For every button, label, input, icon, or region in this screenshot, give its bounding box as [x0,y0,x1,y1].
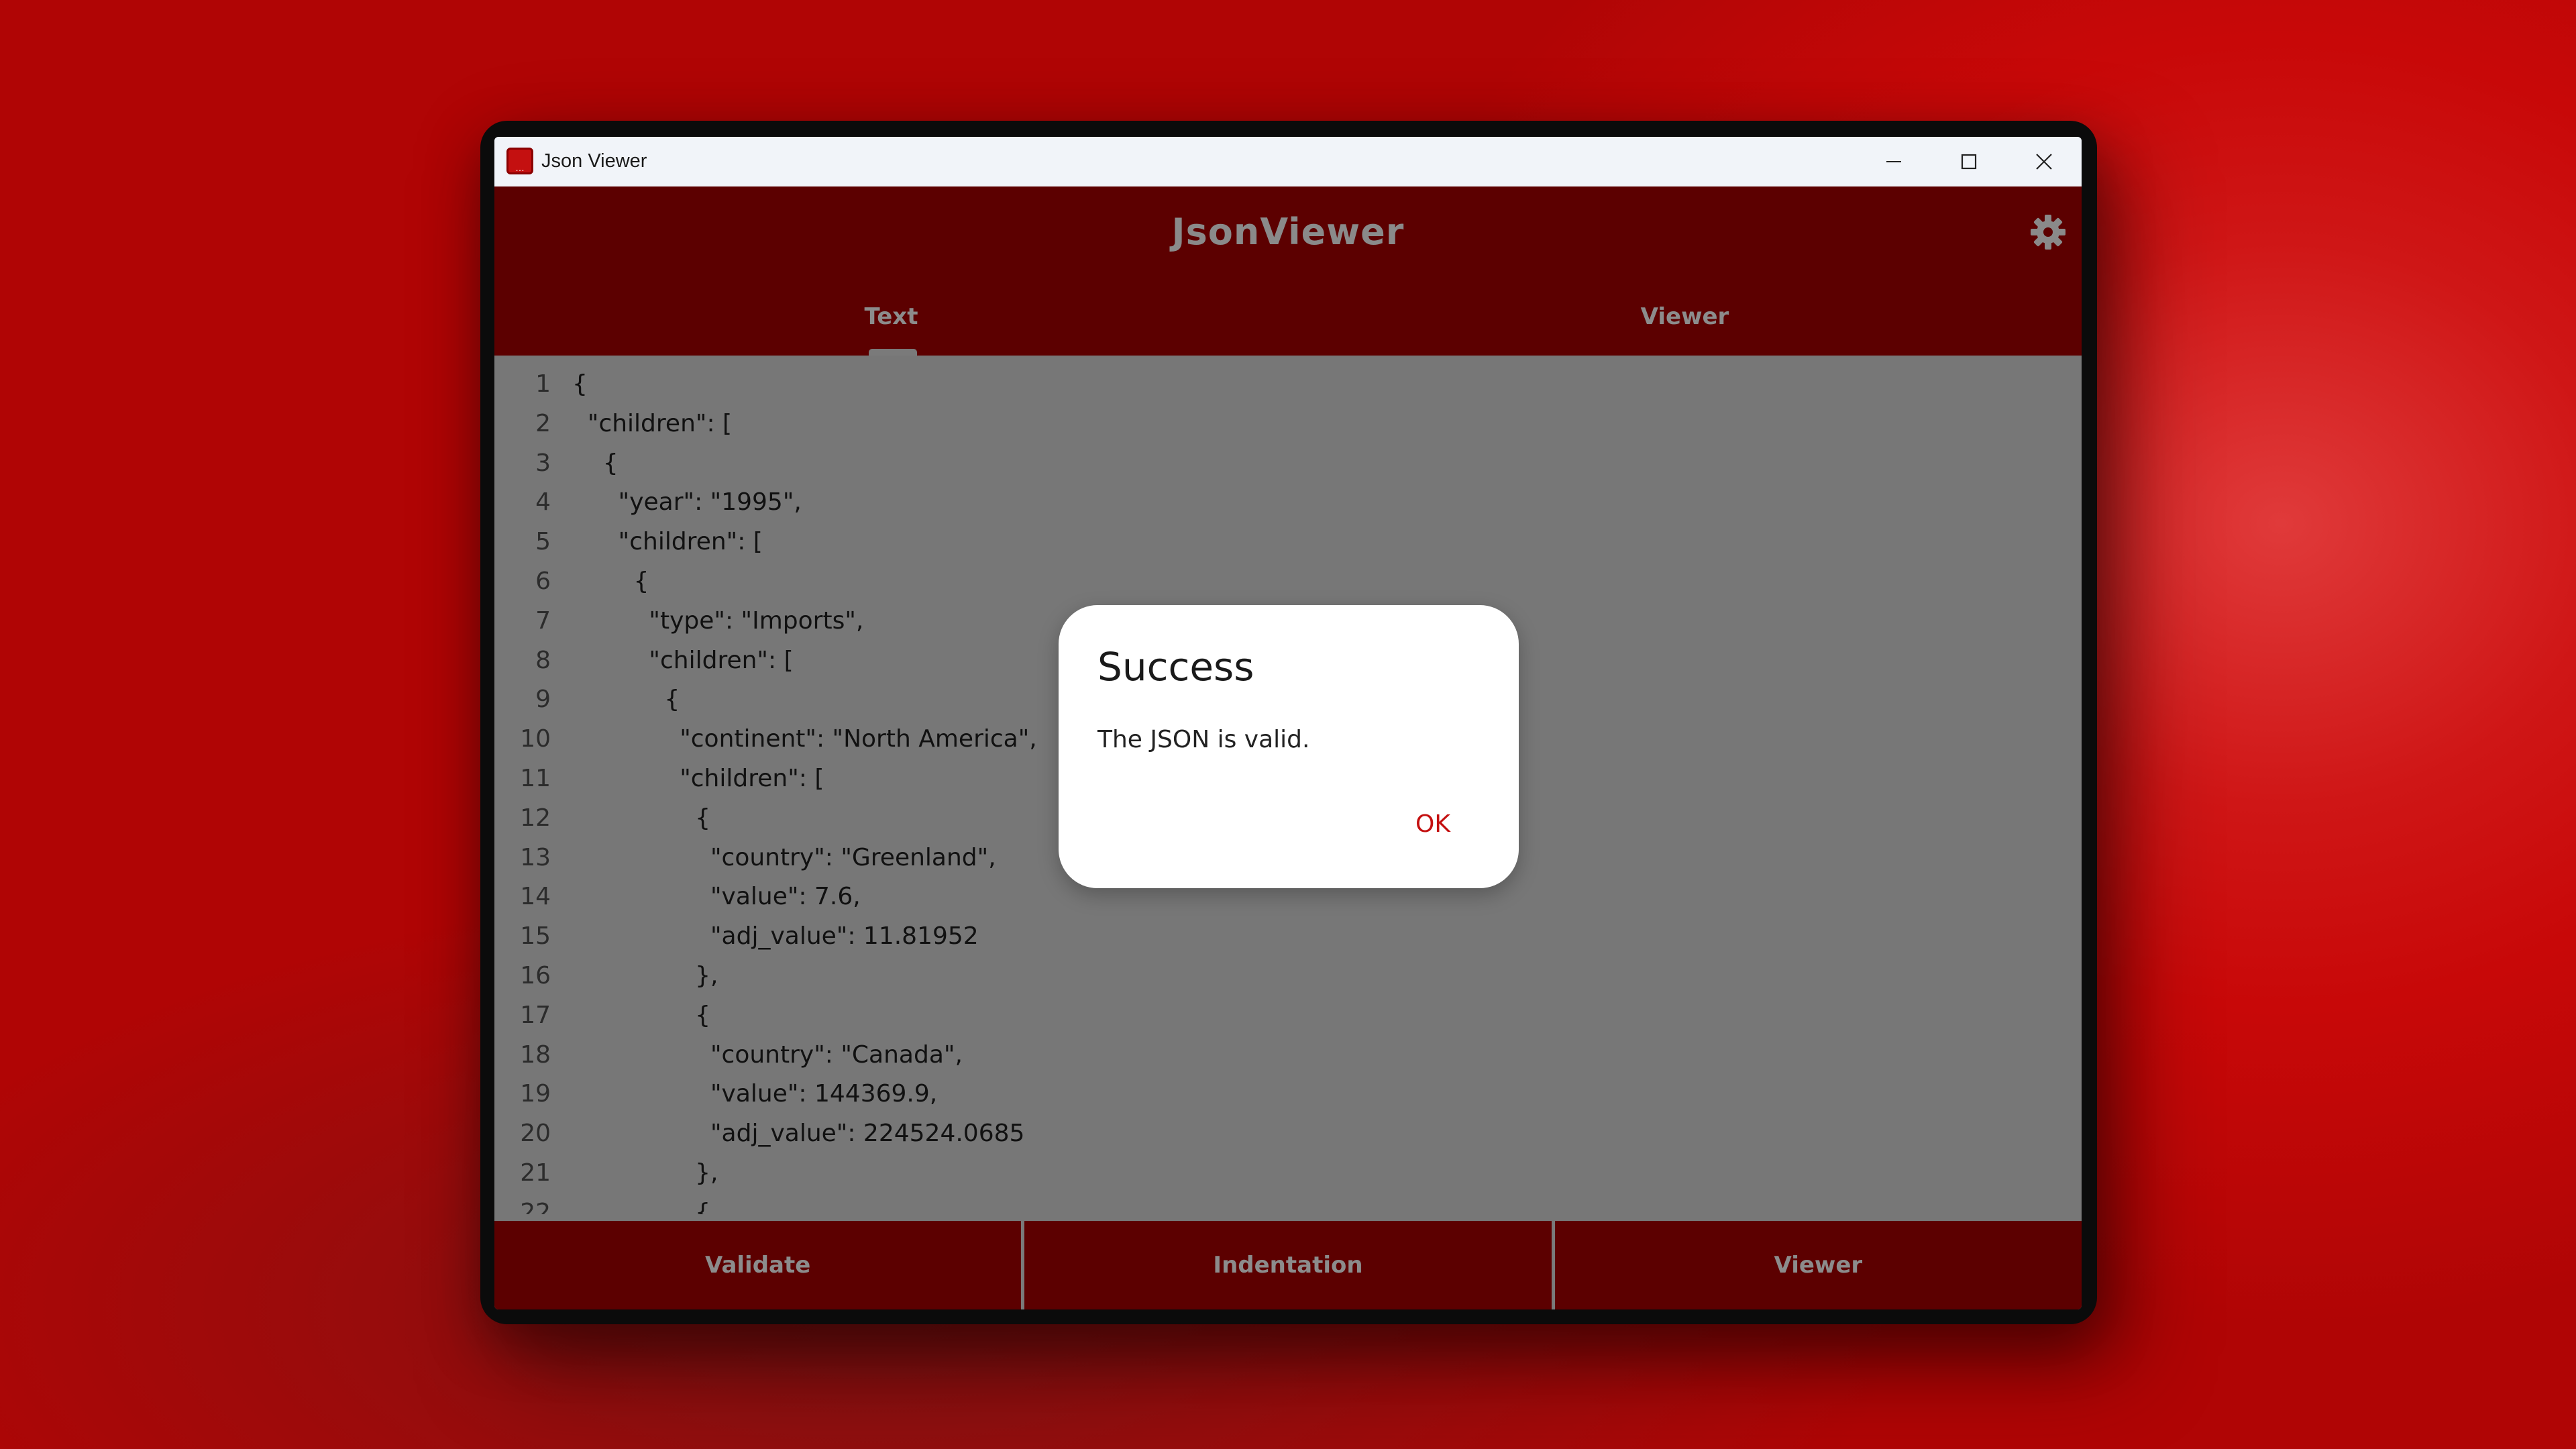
minimize-button[interactable] [1856,137,1931,186]
app-header: JsonViewer Text Viewer [494,186,2082,356]
editor-line: 16 }, [494,957,2082,996]
line-number: 21 [520,1159,551,1187]
app-title: JsonViewer [1171,211,1405,253]
code-text: }, [572,962,718,989]
window-title: Json Viewer [541,150,647,172]
editor-line: 20 "adj_value": 224524.0685 [494,1114,2082,1154]
line-number: 1 [535,370,551,398]
line-number: 22 [520,1198,551,1214]
code-text: { [572,449,619,477]
maximize-icon [1961,154,1977,170]
line-number: 17 [520,1001,551,1029]
code-text: "children": [ [572,765,824,792]
viewer-button[interactable]: Viewer [1555,1221,2082,1309]
editor-line: 17 { [494,996,2082,1036]
editor-line: 5 "children": [ [494,523,2082,562]
title-bar: … Json Viewer [494,137,2082,186]
line-number: 3 [535,449,551,477]
dialog-message: The JSON is valid. [1097,726,1310,753]
tab-indicator [869,349,917,356]
close-icon [2036,154,2052,170]
code-text: { [572,1001,710,1029]
code-text: "children": [ [572,528,763,556]
app-icon: … [506,148,533,174]
line-number: 10 [520,725,551,753]
code-text: "value": 7.6, [572,883,861,911]
line-number: 12 [520,804,551,832]
code-text: "adj_value": 224524.0685 [572,1120,1025,1148]
bottom-action-bar: Validate Indentation Viewer [494,1221,2082,1309]
line-number: 11 [520,765,551,792]
line-number: 19 [520,1080,551,1108]
code-text: "adj_value": 11.81952 [572,922,979,951]
close-button[interactable] [2006,137,2082,186]
line-number: 20 [520,1120,551,1148]
tab-text[interactable]: Text [494,303,1288,330]
code-text: "value": 144369.9, [572,1080,938,1108]
line-number: 9 [535,686,551,714]
line-number: 14 [520,883,551,911]
editor-line: 3 { [494,444,2082,484]
editor-line: 21 }, [494,1154,2082,1193]
editor-line: 2 "children": [ [494,405,2082,444]
line-number: 8 [535,646,551,674]
line-number: 2 [535,409,551,437]
code-text: }, [572,1159,718,1187]
code-text: { [572,1198,710,1214]
code-text: { [572,568,649,595]
line-number: 4 [535,488,551,517]
tab-viewer[interactable]: Viewer [1288,303,2082,330]
line-number: 18 [520,1040,551,1069]
code-text: "type": "Imports", [572,606,864,635]
editor-line: 15 "adj_value": 11.81952 [494,917,2082,957]
minimize-icon [1886,161,1901,162]
validate-button[interactable]: Validate [494,1221,1025,1309]
editor-line: 18 "country": "Canada", [494,1036,2082,1075]
code-text: { [572,804,710,832]
dialog-title: Success [1097,644,1254,690]
line-number: 5 [535,528,551,556]
gear-icon[interactable] [2029,213,2067,251]
editor-line: 22 { [494,1193,2082,1214]
success-dialog: Success The JSON is valid. OK [1059,605,1519,888]
code-text: { [572,370,588,398]
editor-line: 6 { [494,562,2082,602]
code-text: "country": "Canada", [572,1040,963,1069]
indentation-button[interactable]: Indentation [1024,1221,1555,1309]
ok-button[interactable]: OK [1411,806,1454,842]
line-number: 13 [520,843,551,871]
code-text: "country": "Greenland", [572,843,996,871]
editor-line: 4 "year": "1995", [494,483,2082,523]
code-text: { [572,686,680,714]
line-number: 16 [520,962,551,989]
code-text: "children": [ [572,646,794,674]
editor-line: 1{ [494,365,2082,405]
line-number: 7 [535,606,551,635]
line-number: 15 [520,922,551,951]
code-text: "children": [ [572,409,733,437]
code-text: "year": "1995", [572,488,802,517]
editor-line: 19 "value": 144369.9, [494,1075,2082,1114]
line-number: 6 [535,568,551,595]
maximize-button[interactable] [1931,137,2006,186]
code-text: "continent": "North America", [572,725,1037,753]
